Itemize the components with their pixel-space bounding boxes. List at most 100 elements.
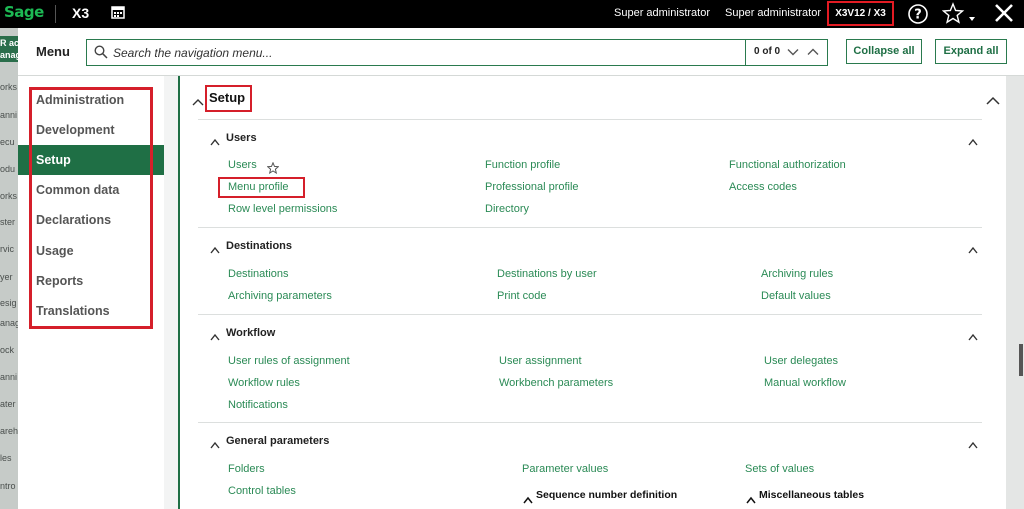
background-text: anni	[0, 372, 18, 382]
nav-item-declarations[interactable]: Declarations	[18, 205, 164, 235]
section-title-destinations[interactable]: Destinations	[226, 240, 292, 252]
sage-logo[interactable]: Sage	[4, 3, 44, 21]
search-icon	[94, 45, 108, 64]
divider	[198, 119, 982, 120]
search-input[interactable]	[113, 44, 713, 62]
link-access-codes[interactable]: Access codes	[729, 181, 797, 193]
divider	[198, 314, 982, 315]
setup-highlight-box	[205, 85, 252, 112]
chevron-up-icon[interactable]	[210, 133, 220, 151]
link-functional-authorization[interactable]: Functional authorization	[729, 159, 846, 171]
chevron-up-icon[interactable]	[192, 94, 204, 112]
background-text: ecu	[0, 137, 15, 147]
link-users[interactable]: Users	[228, 159, 257, 171]
link-folders[interactable]: Folders	[228, 463, 265, 475]
link-print-code[interactable]: Print code	[497, 290, 547, 302]
subsection-miscellaneous-tables[interactable]: Miscellaneous tables	[759, 489, 864, 501]
background-text: les	[0, 453, 12, 463]
calendar-icon[interactable]	[111, 5, 125, 24]
link-destinations[interactable]: Destinations	[228, 268, 289, 280]
link-notifications[interactable]: Notifications	[228, 399, 288, 411]
star-icon[interactable]	[941, 2, 982, 31]
background-text: ntro	[0, 481, 16, 491]
link-workflow-rules[interactable]: Workflow rules	[228, 377, 300, 389]
background-page-strip: R ac anag orks anni ecu odu orks ster rv…	[0, 28, 18, 509]
chevron-up-icon[interactable]	[210, 328, 220, 346]
divider	[198, 227, 982, 228]
background-text: areh	[0, 426, 18, 436]
nav-item-development[interactable]: Development	[18, 115, 164, 145]
chevron-up-icon[interactable]	[968, 133, 978, 151]
background-text: orks	[0, 191, 18, 201]
nav-item-usage[interactable]: Usage	[18, 236, 164, 266]
chevron-up-icon[interactable]	[210, 436, 220, 454]
chevron-up-icon[interactable]	[968, 328, 978, 346]
background-text: anag	[0, 318, 18, 328]
menu-profile-highlight-box	[218, 177, 305, 198]
scrollbar-thumb[interactable]	[1019, 344, 1023, 376]
svg-text:?: ?	[914, 8, 922, 23]
nav-item-translations[interactable]: Translations	[18, 296, 164, 326]
divider	[198, 422, 982, 423]
subsection-sequence-number-definition[interactable]: Sequence number definition	[536, 489, 677, 501]
menu-header: Menu 0 of 0 Collapse all Expand all	[18, 28, 1024, 76]
link-manual-workflow[interactable]: Manual workflow	[764, 377, 846, 389]
link-workbench-parameters[interactable]: Workbench parameters	[499, 377, 613, 389]
chevron-up-icon[interactable]	[210, 241, 220, 259]
link-archiving-rules[interactable]: Archiving rules	[761, 268, 833, 280]
help-icon[interactable]: ?	[907, 3, 929, 30]
background-text: anag	[0, 50, 18, 60]
background-text: ater	[0, 399, 16, 409]
link-professional-profile[interactable]: Professional profile	[485, 181, 579, 193]
background-text: R ac	[0, 38, 18, 48]
search-divider	[745, 40, 746, 65]
expand-all-button[interactable]: Expand all	[935, 39, 1007, 64]
collapse-all-button[interactable]: Collapse all	[846, 39, 922, 64]
background-text: anni	[0, 110, 18, 120]
chevron-down-icon[interactable]	[786, 45, 800, 64]
nav-item-setup[interactable]: Setup	[18, 145, 164, 175]
link-user-assignment[interactable]: User assignment	[499, 355, 582, 367]
link-user-rules-of-assignment[interactable]: User rules of assignment	[228, 355, 350, 367]
topbar-divider	[55, 5, 56, 23]
section-title-general-parameters[interactable]: General parameters	[226, 435, 329, 447]
link-destinations-by-user[interactable]: Destinations by user	[497, 268, 597, 280]
user-name[interactable]: Super administrator	[614, 7, 710, 19]
chevron-up-icon[interactable]	[806, 45, 820, 64]
background-text: ock	[0, 345, 15, 355]
link-function-profile[interactable]: Function profile	[485, 159, 560, 171]
product-name[interactable]: X3	[72, 5, 89, 21]
background-text: odu	[0, 164, 16, 174]
link-default-values[interactable]: Default values	[761, 290, 831, 302]
background-text: ster	[0, 217, 16, 227]
chevron-up-icon[interactable]	[746, 491, 756, 509]
setup-panel: Setup Users Users Menu profile Row level…	[178, 76, 1006, 509]
chevron-up-icon[interactable]	[968, 436, 978, 454]
nav-item-common-data[interactable]: Common data	[18, 175, 164, 205]
link-parameter-values[interactable]: Parameter values	[522, 463, 608, 475]
menu-title: Menu	[36, 44, 70, 59]
top-bar: Sage X3 Super administrator Super admini…	[0, 0, 1024, 28]
link-archiving-parameters[interactable]: Archiving parameters	[228, 290, 332, 302]
link-directory[interactable]: Directory	[485, 203, 529, 215]
scrollbar[interactable]	[1006, 76, 1024, 509]
chevron-up-icon[interactable]	[523, 491, 533, 509]
link-sets-of-values[interactable]: Sets of values	[745, 463, 814, 475]
close-icon[interactable]	[993, 2, 1015, 29]
background-text: orks	[0, 82, 18, 92]
section-title-workflow[interactable]: Workflow	[226, 327, 275, 339]
search-box: 0 of 0	[86, 39, 828, 66]
chevron-up-icon[interactable]	[986, 93, 1000, 111]
link-user-delegates[interactable]: User delegates	[764, 355, 838, 367]
section-title-users[interactable]: Users	[226, 132, 257, 144]
background-text: rvic	[0, 244, 14, 254]
chevron-up-icon[interactable]	[968, 241, 978, 259]
user-role[interactable]: Super administrator	[725, 7, 821, 19]
nav-item-reports[interactable]: Reports	[18, 266, 164, 296]
link-control-tables[interactable]: Control tables	[228, 485, 296, 497]
left-nav: Administration Development Setup Common …	[18, 76, 164, 509]
nav-item-administration[interactable]: Administration	[18, 85, 164, 115]
background-text: esig	[0, 298, 17, 308]
folder-selector[interactable]: X3V12 / X3	[827, 1, 894, 26]
link-row-level-permissions[interactable]: Row level permissions	[228, 203, 337, 215]
